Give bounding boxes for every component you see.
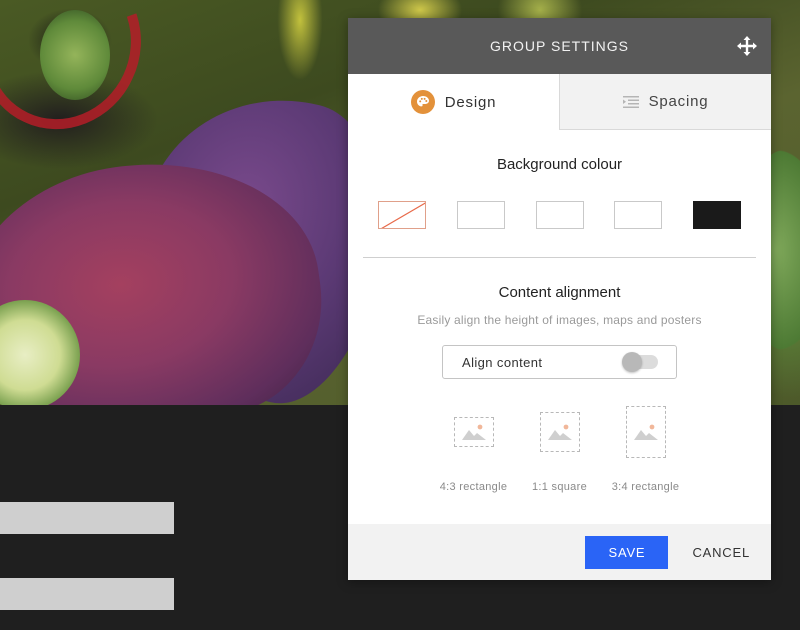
list-indent-icon xyxy=(622,95,639,108)
ratio-1-1[interactable]: 1:1 square xyxy=(517,405,603,493)
tab-bar: Design Spacing xyxy=(348,74,771,130)
panel-header: GROUP SETTINGS xyxy=(348,18,771,74)
save-button[interactable]: SAVE xyxy=(585,535,669,569)
tab-spacing[interactable]: Spacing xyxy=(559,74,771,130)
tab-spacing-label: Spacing xyxy=(648,93,709,110)
palette-icon xyxy=(410,90,435,114)
tab-design[interactable]: Design xyxy=(348,74,559,130)
image-icon xyxy=(633,424,658,440)
ratio-frame xyxy=(625,406,666,458)
colour-swatches xyxy=(348,201,771,229)
ratio-label: 1:1 square xyxy=(532,481,587,493)
ratio-4-3[interactable]: 4:3 rectangle xyxy=(431,405,517,493)
toggle-switch[interactable] xyxy=(622,352,658,372)
swatch-black[interactable] xyxy=(693,201,741,229)
ratio-label: 3:4 rectangle xyxy=(611,481,680,493)
photo-cucumber-top xyxy=(40,10,110,100)
ratio-frame xyxy=(453,417,494,447)
tab-design-label: Design xyxy=(444,93,497,111)
background-colour-title: Background colour xyxy=(496,156,623,173)
group-settings-panel: GROUP SETTINGS Design Spacing Background… xyxy=(348,18,771,580)
swatch-none[interactable] xyxy=(378,201,426,229)
content-alignment-subtitle: Easily align the height of images, maps … xyxy=(417,313,702,327)
cancel-button[interactable]: CANCEL xyxy=(692,545,750,560)
toggle-knob xyxy=(622,352,642,372)
move-arrows-icon[interactable] xyxy=(737,36,757,56)
panel-footer: SAVE CANCEL xyxy=(348,524,771,580)
ratio-3-4[interactable]: 3:4 rectangle xyxy=(603,405,689,493)
panel-title: GROUP SETTINGS xyxy=(490,38,629,54)
content-alignment-title: Content alignment xyxy=(498,284,621,301)
swatch-white-1[interactable] xyxy=(456,201,505,229)
text-placeholder-bar xyxy=(0,578,174,610)
align-content-label: Align content xyxy=(462,354,543,370)
image-icon xyxy=(461,424,486,440)
swatch-white-3[interactable] xyxy=(614,201,663,229)
section-divider xyxy=(363,257,756,258)
ratio-frame xyxy=(539,412,580,452)
text-placeholder-bar xyxy=(0,502,174,534)
no-colour-slash-icon xyxy=(381,202,425,228)
align-content-toggle[interactable]: Align content xyxy=(442,345,677,379)
image-icon xyxy=(547,424,572,440)
swatch-white-2[interactable] xyxy=(535,201,584,229)
ratio-label: 4:3 rectangle xyxy=(439,481,508,493)
aspect-ratio-options: 4:3 rectangle 1:1 square 3:4 rectangle xyxy=(348,405,771,493)
